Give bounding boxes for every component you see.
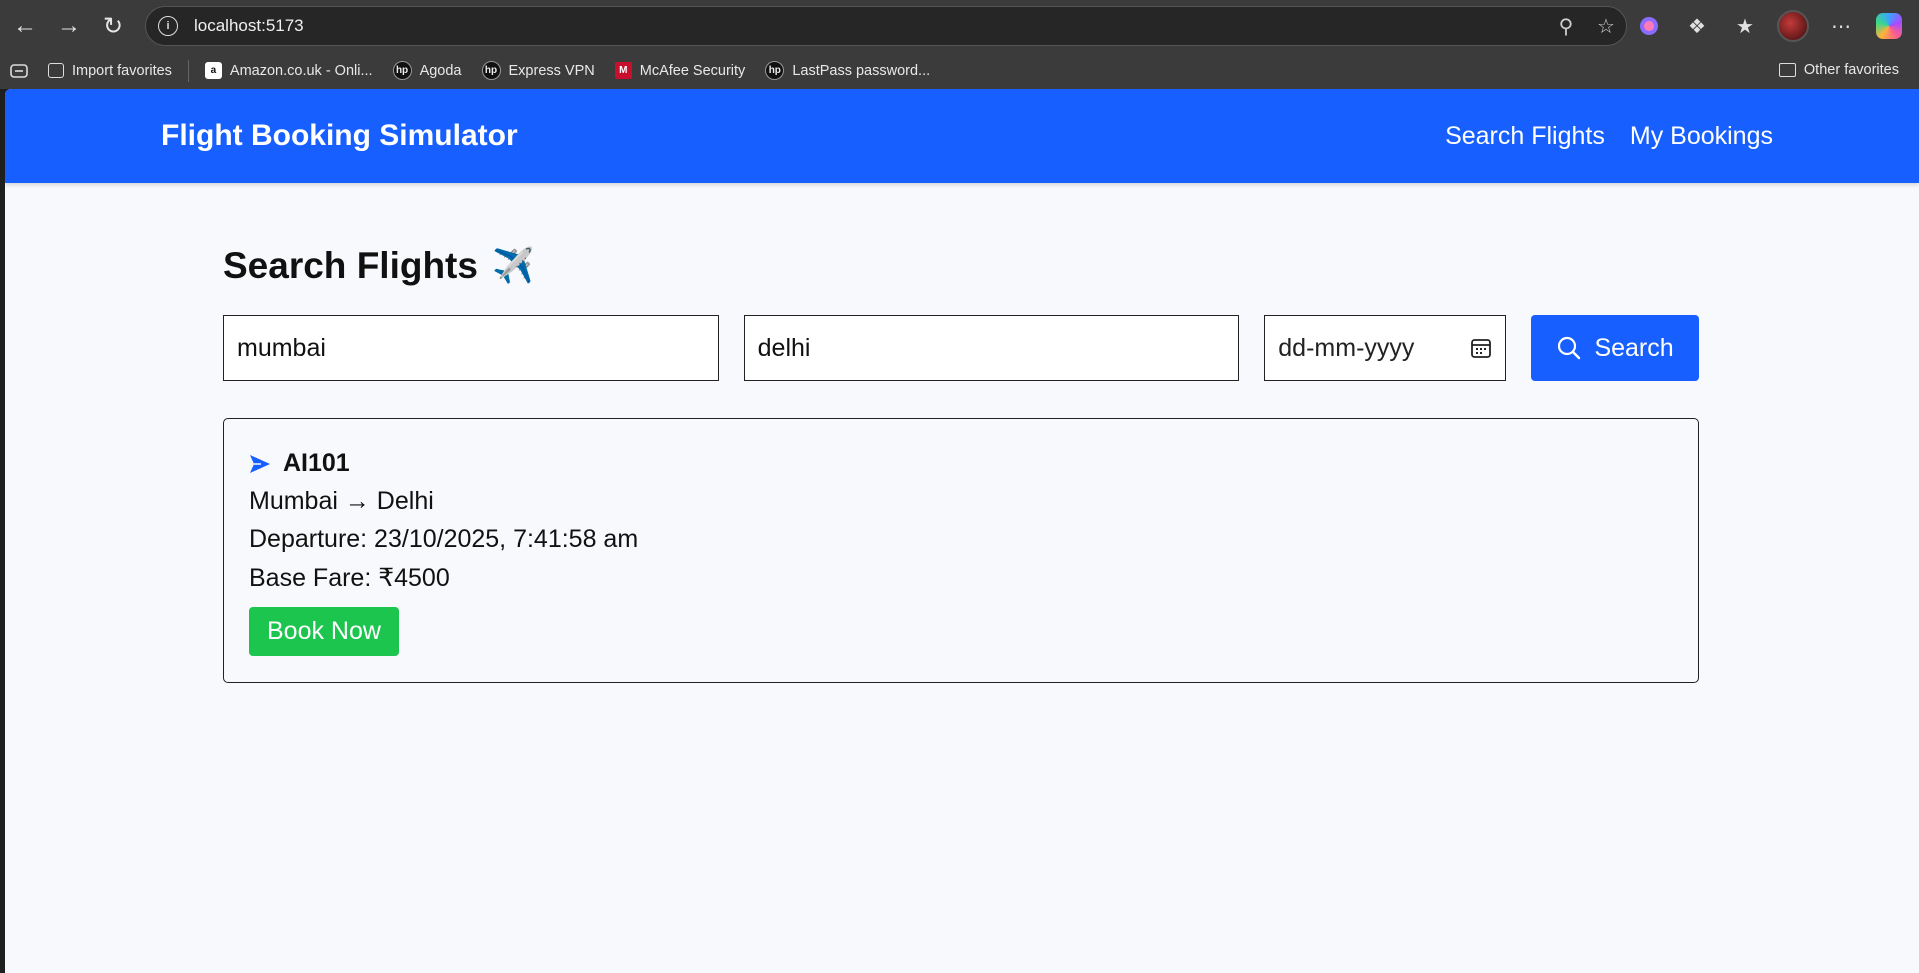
bookmark-amazon[interactable]: a Amazon.co.uk - Onli... (195, 56, 383, 86)
main-content: Search Flights ✈️ dd-mm-yyyy S (223, 183, 1699, 683)
import-icon (48, 63, 64, 78)
search-button-label: Search (1594, 333, 1674, 362)
back-icon[interactable]: ← (3, 4, 47, 48)
favorite-star-icon[interactable]: ☆ (1586, 14, 1626, 39)
bookmark-label: Import favorites (72, 62, 172, 79)
nav-my-bookings[interactable]: My Bookings (1630, 122, 1773, 151)
bookmark-label: Agoda (419, 62, 462, 79)
flight-card: AI101 Mumbai → Delhi Departure: 23/10/20… (223, 418, 1699, 683)
bookmark-label: Amazon.co.uk - Onli... (229, 62, 373, 79)
bookmark-separator (187, 59, 189, 82)
search-icon (1558, 336, 1581, 360)
calendar-icon[interactable] (1470, 337, 1492, 359)
forward-icon[interactable]: → (47, 4, 91, 48)
flight-fare: Base Fare: ₹4500 (249, 564, 450, 592)
app-brand[interactable]: Flight Booking Simulator (161, 119, 518, 153)
favorites-icon[interactable]: ★ (1723, 4, 1767, 48)
bookmark-label: McAfee Security (639, 62, 746, 79)
flight-header: AI101 (249, 449, 1673, 478)
hp-icon: hp (765, 61, 785, 80)
reload-icon[interactable]: ↻ (91, 4, 135, 48)
app-navbar: Flight Booking Simulator Search Flights … (5, 89, 1919, 183)
hp-icon: hp (481, 61, 501, 80)
more-menu-icon[interactable]: ⋯ (1819, 4, 1863, 48)
date-input[interactable]: dd-mm-yyyy (1264, 315, 1507, 381)
from-input[interactable] (223, 315, 719, 381)
profile-avatar[interactable] (1771, 4, 1815, 48)
copilot-icon[interactable] (1867, 4, 1911, 48)
browser-toolbar: ← → ↻ i localhost:5173 ⚲ ☆ ❖ ★ ⋯ (0, 0, 1919, 52)
page-title-text: Search Flights (223, 245, 478, 286)
web-page: Flight Booking Simulator Search Flights … (5, 89, 1919, 973)
bookmark-mcafee[interactable]: M McAfee Security (605, 56, 756, 86)
bookmark-lastpass[interactable]: hp LastPass password... (755, 56, 940, 86)
send-icon (250, 454, 270, 473)
bookmark-label: Express VPN (508, 62, 595, 79)
address-url[interactable]: localhost:5173 (194, 16, 1546, 36)
search-button[interactable]: Search (1531, 315, 1699, 381)
folder-icon (1778, 63, 1796, 77)
page-title: Search Flights ✈️ (223, 245, 1699, 287)
zoom-icon[interactable]: ⚲ (1546, 14, 1586, 39)
flight-number: AI101 (283, 449, 350, 477)
tab-actions-icon[interactable] (0, 56, 38, 86)
flight-departure: Departure: 23/10/2025, 7:41:58 am (249, 525, 639, 553)
bookmarks-bar: Import favorites a Amazon.co.uk - Onli..… (0, 52, 1919, 89)
amazon-icon: a (204, 62, 222, 79)
to-input[interactable] (743, 315, 1240, 381)
nav-links: Search Flights My Bookings (1445, 122, 1773, 151)
browser-essentials-icon[interactable] (1627, 4, 1671, 48)
flight-route: Mumbai → Delhi (249, 487, 434, 515)
bookmark-agoda[interactable]: hp Agoda (383, 56, 472, 86)
date-placeholder: dd-mm-yyyy (1278, 333, 1415, 362)
bookmark-import-favorites[interactable]: Import favorites (38, 56, 182, 86)
search-form: dd-mm-yyyy Search (223, 315, 1699, 381)
bookmark-other-favorites[interactable]: Other favorites (1769, 55, 1909, 85)
extensions-icon[interactable]: ❖ (1675, 4, 1719, 48)
address-bar[interactable]: i localhost:5173 ⚲ ☆ (145, 6, 1627, 46)
bookmark-label: LastPass password... (792, 62, 931, 79)
bookmark-express-vpn[interactable]: hp Express VPN (472, 56, 605, 86)
site-info-icon[interactable]: i (158, 16, 178, 36)
airplane-icon: ✈️ (491, 247, 535, 285)
bookmark-label: Other favorites (1803, 62, 1899, 78)
nav-search-flights[interactable]: Search Flights (1445, 122, 1605, 151)
mcafee-icon: M (614, 62, 632, 79)
book-now-button[interactable]: Book Now (249, 607, 399, 656)
hp-icon: hp (392, 61, 412, 80)
